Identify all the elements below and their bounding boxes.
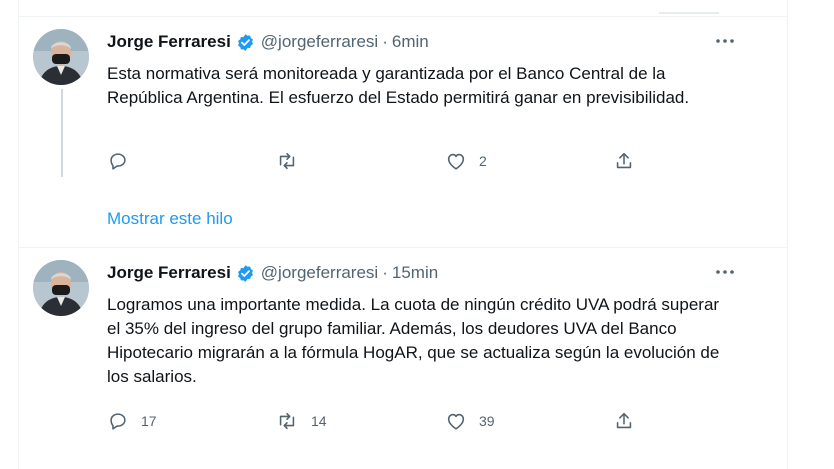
reply-button[interactable]: 17 (107, 410, 157, 432)
verified-badge-icon (236, 264, 255, 283)
tweet-text: Logramos una importante medida. La cuota… (107, 295, 720, 386)
tweet[interactable]: Jorge Ferraresi @jorgeferraresi · 15min … (19, 248, 787, 469)
tweet-timestamp[interactable]: 15min (392, 263, 438, 283)
author-name[interactable]: Jorge Ferraresi (107, 32, 231, 52)
author-handle[interactable]: @jorgeferraresi (261, 32, 378, 52)
more-options-icon[interactable] (711, 262, 739, 282)
tweet-actions: 17 14 39 (107, 410, 647, 434)
tweet[interactable]: Jorge Ferraresi @jorgeferraresi · 6min E… (19, 17, 787, 247)
like-button[interactable]: 2 (445, 150, 487, 172)
share-button[interactable] (613, 410, 635, 432)
retweet-count: 14 (311, 413, 327, 429)
reply-count: 17 (141, 413, 157, 429)
share-button[interactable] (613, 150, 635, 172)
like-button[interactable]: 39 (445, 410, 495, 432)
like-count: 39 (479, 413, 495, 429)
author-name[interactable]: Jorge Ferraresi (107, 263, 231, 283)
reply-icon (107, 410, 129, 432)
author-handle[interactable]: @jorgeferraresi (261, 263, 378, 283)
previous-tweet-edge (659, 12, 719, 14)
like-count: 2 (479, 153, 487, 169)
avatar[interactable] (33, 260, 89, 316)
thread-connector-line (61, 89, 63, 177)
share-icon (613, 410, 635, 432)
tweet-header: Jorge Ferraresi @jorgeferraresi · 15min (107, 263, 438, 283)
like-icon (445, 150, 467, 172)
separator-dot: · (382, 32, 388, 51)
tweet-timestamp[interactable]: 6min (392, 32, 429, 52)
timeline: Jorge Ferraresi @jorgeferraresi · 6min E… (18, 0, 788, 469)
tweet-actions: 2 (107, 150, 647, 174)
separator-dot: · (382, 263, 388, 282)
reply-button[interactable] (107, 150, 141, 172)
more-options-icon[interactable] (711, 31, 739, 51)
reply-icon (107, 150, 129, 172)
like-icon (445, 410, 467, 432)
avatar[interactable] (33, 29, 89, 85)
verified-badge-icon (236, 33, 255, 52)
retweet-icon (275, 410, 299, 432)
retweet-icon (275, 150, 299, 172)
retweet-button[interactable]: 14 (275, 410, 327, 432)
share-icon (613, 150, 635, 172)
retweet-button[interactable] (275, 150, 311, 172)
tweet-header: Jorge Ferraresi @jorgeferraresi · 6min (107, 32, 429, 52)
tweet-text: Esta normativa será monitoreada y garant… (107, 64, 690, 107)
show-thread-link[interactable]: Mostrar este hilo (107, 209, 233, 229)
